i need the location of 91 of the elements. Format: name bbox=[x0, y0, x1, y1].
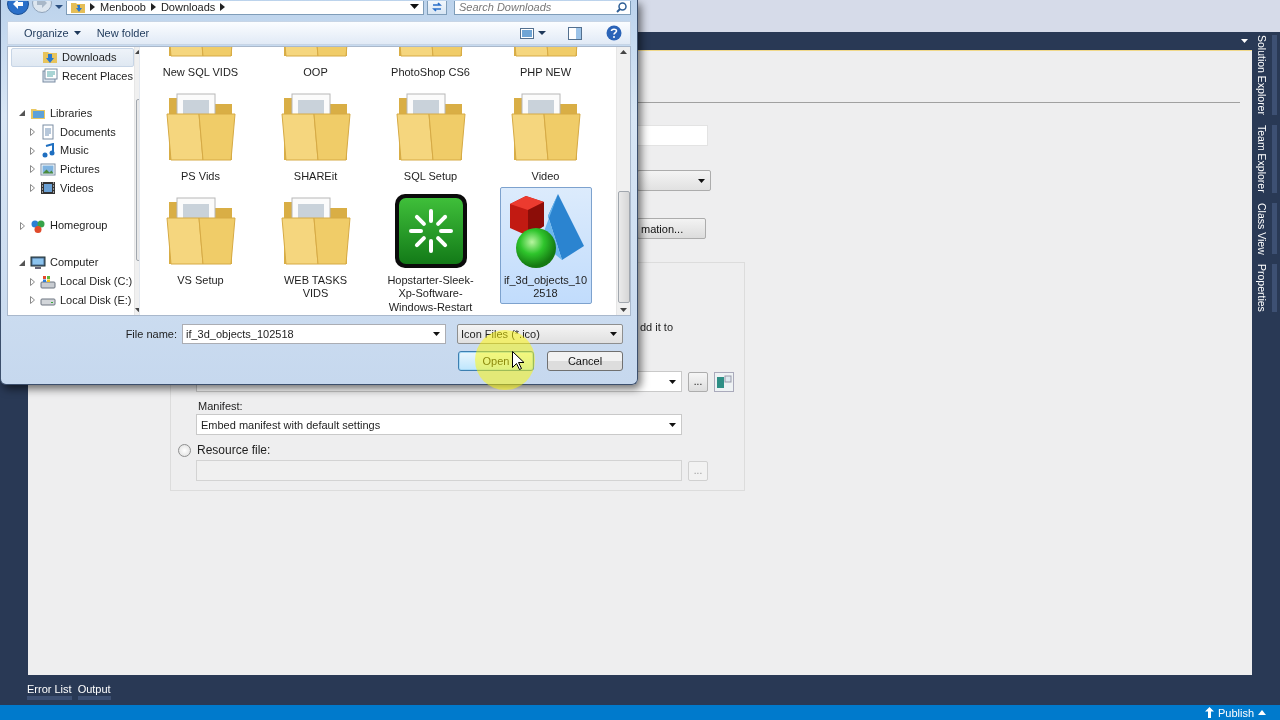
caret-icon bbox=[697, 177, 706, 184]
nav-item[interactable]: Videos bbox=[11, 178, 134, 198]
file-item[interactable]: PhotoShop CS6 bbox=[384, 47, 477, 83]
caret-icon bbox=[433, 332, 440, 336]
file-item[interactable]: SHAREit bbox=[269, 83, 362, 187]
caret-icon bbox=[668, 421, 677, 428]
collapsed-arrow-icon[interactable] bbox=[29, 184, 35, 193]
text-field[interactable] bbox=[637, 125, 708, 146]
file-item[interactable]: VS Setup bbox=[154, 187, 247, 291]
collapsed-arrow-icon[interactable] bbox=[29, 277, 35, 286]
file-item[interactable]: New SQL VIDS bbox=[154, 47, 247, 83]
nav-item[interactable]: Downloads bbox=[11, 48, 134, 67]
file-item[interactable]: if_3d_objects_102518 bbox=[499, 187, 592, 304]
file-type-dropdown[interactable]: Icon Files (*.ico) bbox=[457, 324, 623, 344]
view-icon[interactable] bbox=[520, 27, 534, 39]
breadcrumb-arrow-icon[interactable] bbox=[220, 3, 226, 11]
drive-icon bbox=[40, 273, 56, 290]
cancel-button[interactable]: Cancel bbox=[547, 351, 623, 371]
collapsed-arrow-icon[interactable] bbox=[29, 296, 35, 305]
caret-up-icon bbox=[1258, 710, 1266, 715]
download-folder-icon bbox=[42, 49, 58, 66]
radio-label: Resource file: bbox=[197, 443, 271, 457]
toolbar-button[interactable]: Organize bbox=[18, 24, 87, 42]
preview-pane-icon[interactable] bbox=[568, 26, 582, 40]
file-item[interactable]: SQL Setup bbox=[384, 83, 477, 187]
file-name-field[interactable]: if_3d_objects_102518 bbox=[182, 324, 446, 344]
file-item[interactable]: PS Vids bbox=[154, 83, 247, 187]
music-note-icon bbox=[40, 142, 56, 159]
file-item[interactable]: Hopstarter-Sleek-Xp-Software-Windows-Restart bbox=[384, 187, 477, 315]
scrollbar-thumb[interactable] bbox=[618, 191, 630, 303]
nav-item[interactable]: Documents bbox=[11, 122, 134, 142]
expanded-arrow-icon[interactable] bbox=[19, 110, 25, 117]
mouse-pointer-icon bbox=[512, 351, 524, 370]
back-icon[interactable] bbox=[7, 0, 29, 15]
dropdown-arrow-icon[interactable] bbox=[1240, 38, 1249, 44]
file-item[interactable]: PHP NEW bbox=[499, 47, 592, 83]
search-icon[interactable] bbox=[616, 1, 627, 13]
dropdown[interactable] bbox=[637, 170, 711, 191]
breadcrumb-arrow-icon[interactable] bbox=[150, 3, 156, 11]
address-bar[interactable]: Menboob Downloads bbox=[66, 0, 424, 15]
file-item[interactable]: Video bbox=[499, 83, 592, 187]
panel-tab[interactable]: Error List bbox=[27, 682, 72, 700]
nav-item[interactable]: Computer bbox=[11, 253, 134, 273]
nav-item[interactable]: Music bbox=[11, 141, 134, 161]
file-item[interactable]: OOP bbox=[269, 47, 362, 83]
scrollbar[interactable] bbox=[616, 47, 630, 315]
picture-icon bbox=[40, 161, 56, 178]
partial-button[interactable]: mation... bbox=[637, 218, 706, 239]
collapsed-arrow-icon[interactable] bbox=[19, 221, 25, 230]
film-icon bbox=[40, 180, 56, 197]
nav-item[interactable]: Local Disk (E:) bbox=[11, 290, 134, 310]
refresh-button[interactable] bbox=[427, 0, 447, 15]
icon-file-icon bbox=[714, 371, 734, 392]
publish-button[interactable]: Publish bbox=[1217, 706, 1254, 719]
caret-icon[interactable] bbox=[538, 30, 546, 36]
collapsed-arrow-icon[interactable] bbox=[29, 165, 35, 174]
scrollbar[interactable] bbox=[133, 47, 139, 315]
manifest-dropdown[interactable]: Embed manifest with default settings bbox=[196, 414, 682, 435]
side-tab[interactable]: Solution Explorer bbox=[1252, 35, 1277, 115]
side-tab[interactable]: Class View bbox=[1252, 202, 1277, 255]
panel-tab[interactable]: Output bbox=[77, 682, 111, 700]
side-tab[interactable]: Properties bbox=[1252, 264, 1277, 313]
file-item[interactable]: WEB TASKS VIDS bbox=[269, 187, 362, 304]
nav-item[interactable]: Local Disk (C:) bbox=[11, 272, 134, 291]
upload-arrow-icon bbox=[1204, 707, 1214, 718]
caret-icon[interactable] bbox=[410, 4, 419, 10]
help-icon[interactable] bbox=[606, 25, 622, 41]
caret-icon bbox=[668, 378, 677, 385]
breadcrumb-arrow-icon[interactable] bbox=[90, 3, 95, 11]
computer-icon bbox=[30, 254, 46, 271]
nav-item[interactable]: Recent Places bbox=[11, 66, 134, 86]
label-text: dd it to bbox=[640, 321, 674, 334]
nav-item[interactable]: Homegroup bbox=[11, 216, 134, 235]
scroll-down-icon[interactable] bbox=[620, 308, 627, 312]
toolbar-button[interactable]: New folder bbox=[90, 24, 156, 42]
caret-icon bbox=[610, 332, 617, 336]
search-field[interactable]: Search Downloads bbox=[454, 0, 631, 15]
nav-item[interactable]: Libraries bbox=[11, 104, 134, 123]
document-icon bbox=[40, 124, 56, 141]
side-tab[interactable]: Team Explorer bbox=[1252, 124, 1277, 193]
breadcrumb-item[interactable]: Downloads bbox=[160, 0, 216, 14]
scroll-down-icon[interactable] bbox=[134, 308, 139, 312]
nav-item[interactable]: Pictures bbox=[11, 160, 134, 179]
refresh-icon bbox=[431, 2, 443, 12]
expanded-arrow-icon[interactable] bbox=[19, 259, 25, 266]
manifest-label: Manifest: bbox=[198, 400, 243, 413]
folder-icon bbox=[71, 1, 85, 13]
file-name-label: File name: bbox=[125, 328, 177, 340]
breadcrumb-item[interactable]: Menboob bbox=[100, 0, 146, 14]
recent-places-icon bbox=[42, 68, 58, 85]
browse-button[interactable]: ... bbox=[688, 371, 708, 392]
